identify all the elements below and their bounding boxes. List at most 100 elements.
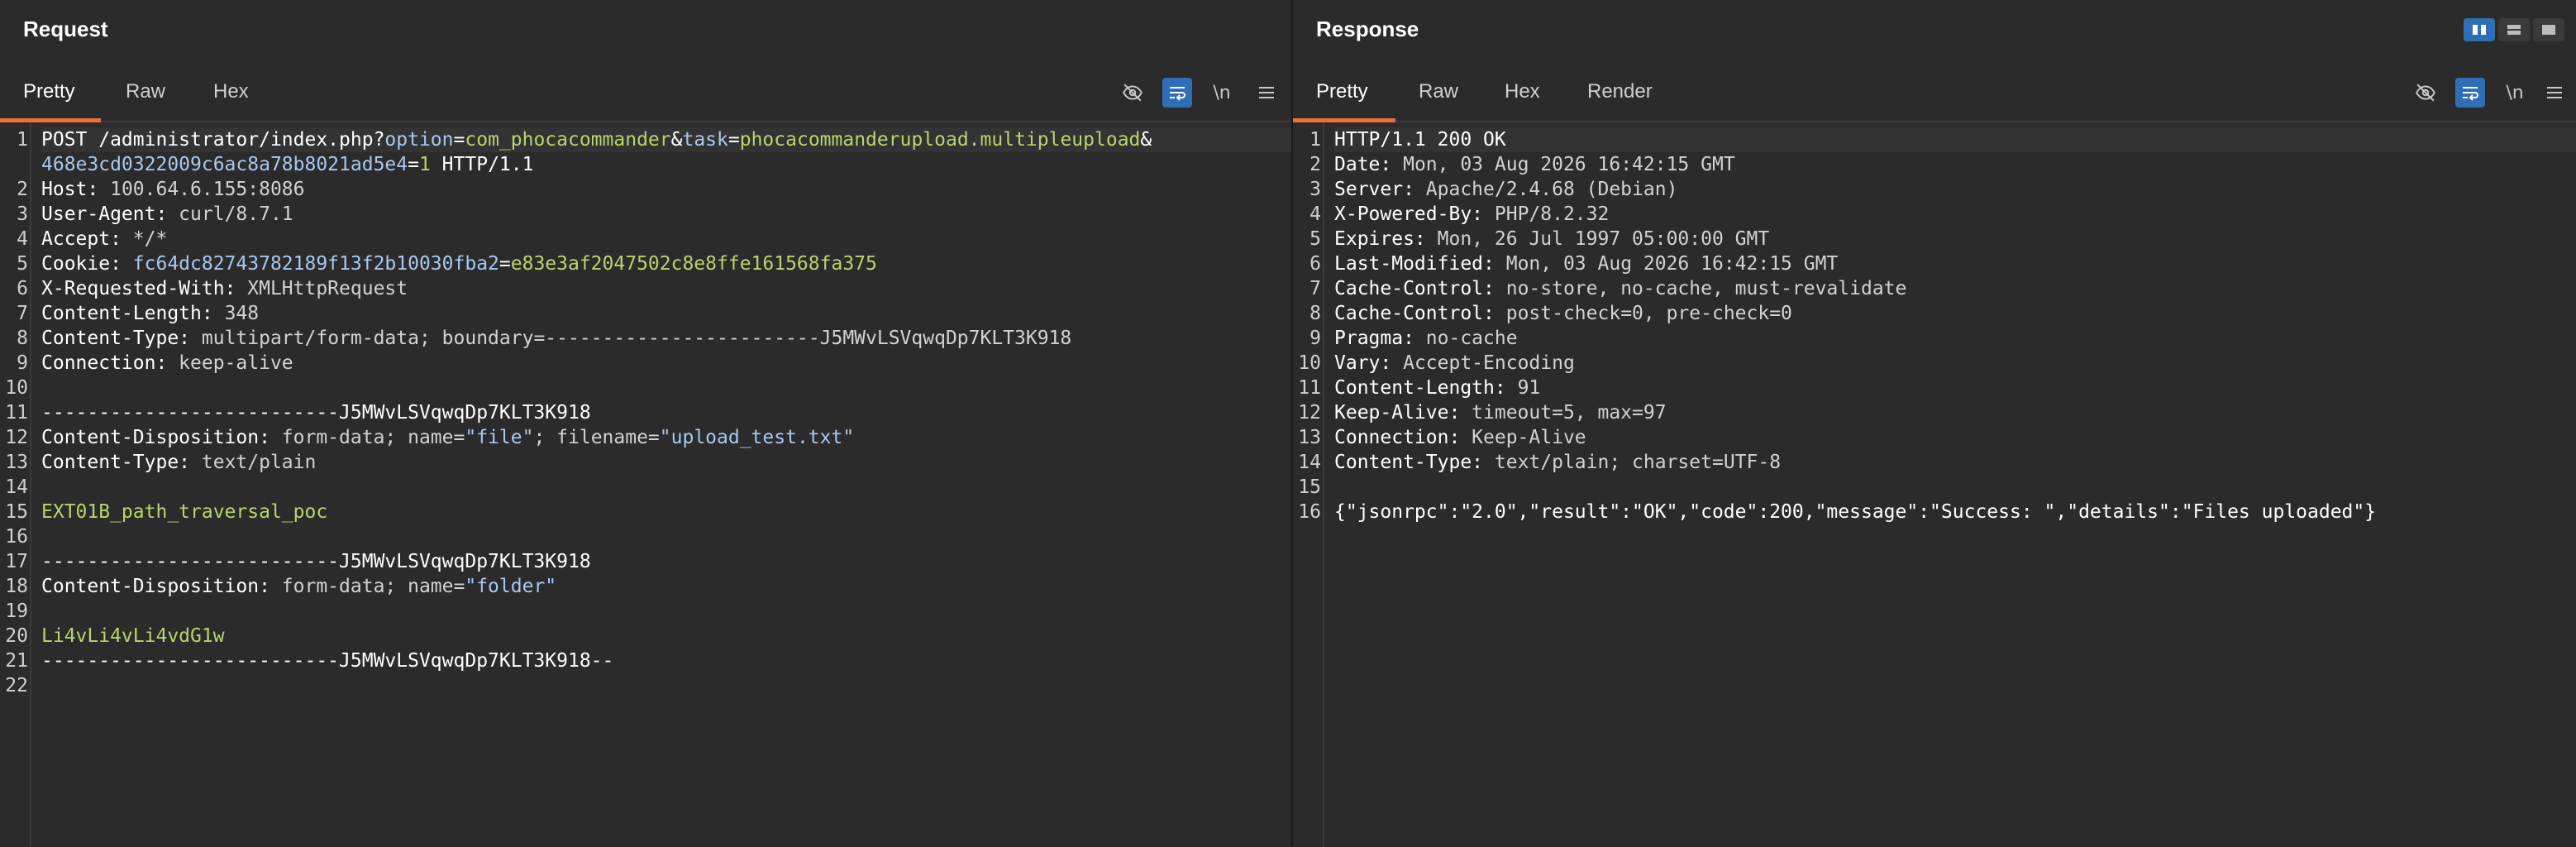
request-editor[interactable]: 1 2 3 4 5 6 7 8 9 10 11 12 13 14 15 16 17 18 19 20 21 22 POST… — [0, 122, 1291, 847]
word-wrap-icon[interactable] — [2455, 78, 2485, 108]
code-token: "folder" — [465, 576, 557, 597]
line-number: 5 — [1309, 228, 1321, 250]
code-token: Content-Type: — [41, 452, 202, 473]
code-token: fc64dc82743782189f13f2b10030fba2 — [132, 253, 499, 275]
code-token: Content-Disposition: — [41, 427, 282, 448]
line-number: 4 — [1309, 203, 1321, 225]
code-token: 91 — [1517, 377, 1541, 399]
code-line: 468e3cd0322009c6ac8a78b8021ad5e4=1 HTTP/… — [41, 152, 1291, 177]
code-line: Server: Apache/2.4.68 (Debian) — [1334, 177, 2576, 202]
line-number: 18 — [5, 576, 28, 597]
code-token: EXT01B_path_traversal_poc — [41, 501, 328, 523]
split-vertical-icon[interactable] — [2464, 18, 2495, 41]
request-tab-pretty[interactable]: Pretty — [23, 71, 75, 119]
code-token: Accept: — [41, 228, 133, 250]
code-token: curl/8.7.1 — [179, 203, 293, 225]
code-line: Content-Length: 91 — [1334, 376, 2576, 400]
code-token: = — [453, 129, 465, 151]
eye-slash-icon[interactable] — [1118, 78, 1147, 108]
code-line: Keep-Alive: timeout=5, max=97 — [1334, 400, 2576, 425]
request-tab-raw[interactable]: Raw — [126, 71, 165, 119]
line-number: 15 — [1298, 476, 1321, 498]
code-token: Li4vLi4vLi4vdG1w — [41, 625, 225, 647]
line-number: 20 — [5, 625, 28, 647]
code-token: Mon, 03 Aug 2026 16:42:15 GMT — [1403, 154, 1735, 175]
code-token: Cookie: — [41, 253, 133, 275]
code-token: Content-Type: — [41, 328, 202, 349]
line-number: 22 — [5, 675, 28, 696]
code-token: keep-alive — [179, 352, 293, 374]
code-line: HTTP/1.1 200 OK — [1334, 127, 2576, 152]
line-number: 17 — [5, 551, 28, 572]
code-token: 348 — [224, 303, 260, 324]
code-token: "upload_test.txt" — [659, 427, 855, 448]
newline-toggle[interactable]: \n — [1207, 78, 1237, 108]
line-number: 11 — [5, 402, 28, 424]
code-token: Content-Length: — [1334, 377, 1518, 399]
code-token: text/plain — [201, 452, 317, 473]
code-token: Keep-Alive — [1472, 427, 1586, 448]
request-tabbar: Pretty Raw Hex \n — [0, 71, 1291, 122]
code-line: Accept: */* — [41, 227, 1291, 251]
code-line: Connection: Keep-Alive — [1334, 425, 2576, 450]
code-token: Content-Type: — [1334, 452, 1495, 473]
code-token: PHP/8.2.32 — [1494, 203, 1610, 225]
line-number: 6 — [17, 278, 28, 299]
code-token: text/plain; charset=UTF-8 — [1494, 452, 1782, 473]
code-token: option — [384, 129, 454, 151]
response-editor[interactable]: 1 2 3 4 5 6 7 8 9 10 11 12 13 14 15 16 HTTP/1.1 200 OK D… — [1293, 122, 2576, 847]
code-line: Content-Disposition: form-data; name="fi… — [41, 425, 1291, 450]
line-number — [0, 152, 30, 177]
hamburger-menu-icon[interactable] — [2540, 78, 2569, 108]
code-token: e83e3af2047502c8e8ffe161568fa375 — [510, 253, 877, 275]
line-number: 13 — [1298, 427, 1321, 448]
code-token: X-Powered-By: — [1334, 203, 1495, 225]
code-line: POST /administrator/index.php?option=com… — [41, 127, 1291, 152]
code-line: Connection: keep-alive — [41, 351, 1291, 376]
response-tab-render[interactable]: Render — [1587, 71, 1653, 119]
word-wrap-icon[interactable] — [1162, 78, 1192, 108]
line-number: 9 — [1309, 328, 1321, 349]
newline-toggle[interactable]: \n — [2500, 78, 2530, 108]
line-number: 13 — [5, 452, 28, 473]
line-number: 5 — [17, 253, 28, 275]
line-number: 14 — [1298, 452, 1321, 473]
response-title: Response — [1316, 17, 1419, 41]
split-horizontal-icon[interactable] — [2498, 18, 2530, 41]
response-tab-pretty[interactable]: Pretty — [1316, 71, 1368, 119]
code-line: Content-Disposition: form-data; name="fo… — [41, 574, 1291, 599]
response-tab-raw[interactable]: Raw — [1419, 71, 1458, 119]
code-token: Server: — [1334, 179, 1426, 200]
code-token: {"jsonrpc":"2.0","result":"OK","code":20… — [1334, 501, 2377, 523]
single-pane-icon[interactable] — [2533, 18, 2564, 41]
line-number: 11 — [1298, 377, 1321, 399]
hamburger-menu-icon[interactable] — [1252, 78, 1281, 108]
line-number: 7 — [17, 303, 28, 324]
code-line: User-Agent: curl/8.7.1 — [41, 202, 1291, 227]
response-tab-hex[interactable]: Hex — [1505, 71, 1540, 119]
response-body[interactable]: HTTP/1.1 200 OK Date: Mon, 03 Aug 2026 16… — [1324, 122, 2576, 847]
eye-slash-icon[interactable] — [2411, 78, 2440, 108]
code-token: Keep-Alive: — [1334, 402, 1472, 424]
request-tab-hex[interactable]: Hex — [213, 71, 249, 119]
code-token: Date: — [1334, 154, 1404, 175]
code-line: X-Requested-With: XMLHttpRequest — [41, 276, 1291, 301]
code-token: Last-Modified: — [1334, 253, 1506, 275]
request-body[interactable]: POST /administrator/index.php?option=com… — [31, 122, 1291, 847]
line-number: 7 — [1309, 278, 1321, 299]
code-token: no-cache — [1425, 328, 1518, 349]
code-token: & — [670, 129, 683, 151]
code-token: Host: — [41, 179, 111, 200]
code-line: Pragma: no-cache — [1334, 326, 2576, 351]
line-number: 8 — [1309, 303, 1321, 324]
request-line-numbers: 1 2 3 4 5 6 7 8 9 10 11 12 13 14 15 16 17 18 19 20 21 22 — [0, 122, 31, 847]
code-token: timeout=5, max=97 — [1472, 402, 1667, 424]
request-title: Request — [23, 17, 108, 41]
code-line: {"jsonrpc":"2.0","result":"OK","code":20… — [1334, 500, 2576, 524]
code-token: 468e3cd0322009c6ac8a78b8021ad5e4 — [41, 154, 408, 175]
code-token: POST /administrator/index.php? — [41, 129, 385, 151]
code-line: Cache-Control: post-check=0, pre-check=0 — [1334, 301, 2576, 326]
code-line: Last-Modified: Mon, 03 Aug 2026 16:42:15… — [1334, 251, 2576, 276]
